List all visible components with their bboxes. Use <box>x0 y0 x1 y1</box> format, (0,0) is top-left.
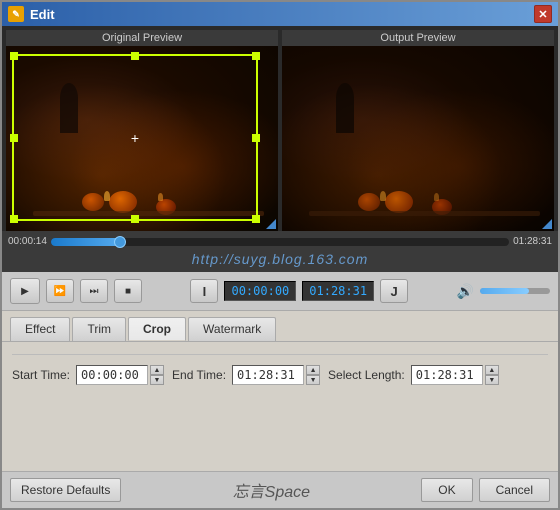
end-time-group: End Time: ▲ ▼ <box>172 365 320 385</box>
original-scene <box>6 46 278 231</box>
skip-next-button[interactable]: ⏭ <box>80 279 108 303</box>
mark-out-icon: J <box>390 284 397 299</box>
output-scene <box>282 46 554 231</box>
tab-trim[interactable]: Trim <box>72 317 126 341</box>
output-preview-label: Output Preview <box>282 30 554 46</box>
brand-text: 忘言Space <box>121 478 421 502</box>
start-time-input[interactable] <box>76 365 148 385</box>
restore-defaults-button[interactable]: Restore Defaults <box>10 478 121 502</box>
select-length-spinner: ▲ ▼ <box>485 365 499 385</box>
action-buttons: OK Cancel <box>421 478 550 502</box>
timeline-row: 00:00:14 01:28:31 <box>8 234 552 249</box>
play-icon: ▶ <box>21 286 29 297</box>
start-time-label: Start Time: <box>12 368 70 382</box>
stop-icon: ■ <box>125 286 131 297</box>
title-bar: ✎ Edit ✕ <box>2 2 558 26</box>
bottom-bar: Restore Defaults 忘言Space OK Cancel <box>2 471 558 508</box>
timeline-start-label: 00:00:14 <box>8 236 47 247</box>
skip-next-icon: ⏭ <box>90 286 99 297</box>
volume-slider[interactable] <box>480 288 550 294</box>
app-icon: ✎ <box>8 6 24 22</box>
start-time-down[interactable]: ▼ <box>150 375 164 385</box>
timeline-track[interactable] <box>51 238 509 246</box>
preview-area: Original Preview <box>2 26 558 231</box>
start-time-group: Start Time: ▲ ▼ <box>12 365 164 385</box>
edit-window: ✎ Edit ✕ Original Preview <box>0 0 560 510</box>
original-preview-panel: Original Preview <box>6 30 278 231</box>
window-title: Edit <box>30 7 534 22</box>
end-time-input[interactable] <box>232 365 304 385</box>
fast-forward-icon: ⏩ <box>54 286 66 297</box>
mark-in-icon: I <box>203 284 207 299</box>
select-length-group: Select Length: ▲ ▼ <box>328 365 499 385</box>
mark-in-button[interactable]: I <box>190 279 218 303</box>
tab-crop[interactable]: Crop <box>128 317 186 341</box>
output-video <box>282 46 554 231</box>
cancel-button[interactable]: Cancel <box>479 478 550 502</box>
select-length-up[interactable]: ▲ <box>485 365 499 375</box>
original-corner-mark <box>266 219 276 229</box>
start-time-spinner: ▲ ▼ <box>150 365 164 385</box>
timeline-thumb[interactable] <box>114 236 126 248</box>
timeline-end-label: 01:28:31 <box>513 236 552 247</box>
divider <box>12 354 548 355</box>
end-time-spinner: ▲ ▼ <box>306 365 320 385</box>
play-button[interactable]: ▶ <box>10 278 40 304</box>
select-length-label: Select Length: <box>328 368 405 382</box>
playback-controls: ▶ ⏩ ⏭ ■ I 00:00:00 01:28:31 J 🔊 <box>2 272 558 310</box>
original-video: + <box>6 46 278 231</box>
fast-forward-button[interactable]: ⏩ <box>46 279 74 303</box>
volume-fill <box>480 288 529 294</box>
ok-button[interactable]: OK <box>421 478 472 502</box>
stop-button[interactable]: ■ <box>114 279 142 303</box>
close-button[interactable]: ✕ <box>534 5 552 23</box>
output-corner-mark <box>542 219 552 229</box>
start-time-up[interactable]: ▲ <box>150 365 164 375</box>
end-time-down[interactable]: ▼ <box>306 375 320 385</box>
current-time-display: 00:00:00 <box>224 281 296 301</box>
tabs-row: Effect Trim Crop Watermark <box>2 310 558 341</box>
original-preview-label: Original Preview <box>6 30 278 46</box>
mark-out-button[interactable]: J <box>380 279 408 303</box>
output-preview-panel: Output Preview <box>282 30 554 231</box>
tab-watermark[interactable]: Watermark <box>188 317 276 341</box>
end-time-up[interactable]: ▲ <box>306 365 320 375</box>
volume-icon: 🔊 <box>457 283 474 300</box>
total-time-display: 01:28:31 <box>302 281 374 301</box>
tab-effect[interactable]: Effect <box>10 317 70 341</box>
controls-bar: 00:00:14 01:28:31 http://suyg.blog.163.c… <box>2 231 558 272</box>
content-area: Start Time: ▲ ▼ End Time: ▲ ▼ Select Len… <box>2 341 558 471</box>
timeline-fill <box>51 238 120 246</box>
select-length-input[interactable] <box>411 365 483 385</box>
end-time-label: End Time: <box>172 368 226 382</box>
select-length-down[interactable]: ▼ <box>485 375 499 385</box>
time-fields-row: Start Time: ▲ ▼ End Time: ▲ ▼ Select Len… <box>12 357 548 393</box>
watermark-url: http://suyg.blog.163.com <box>8 249 552 269</box>
